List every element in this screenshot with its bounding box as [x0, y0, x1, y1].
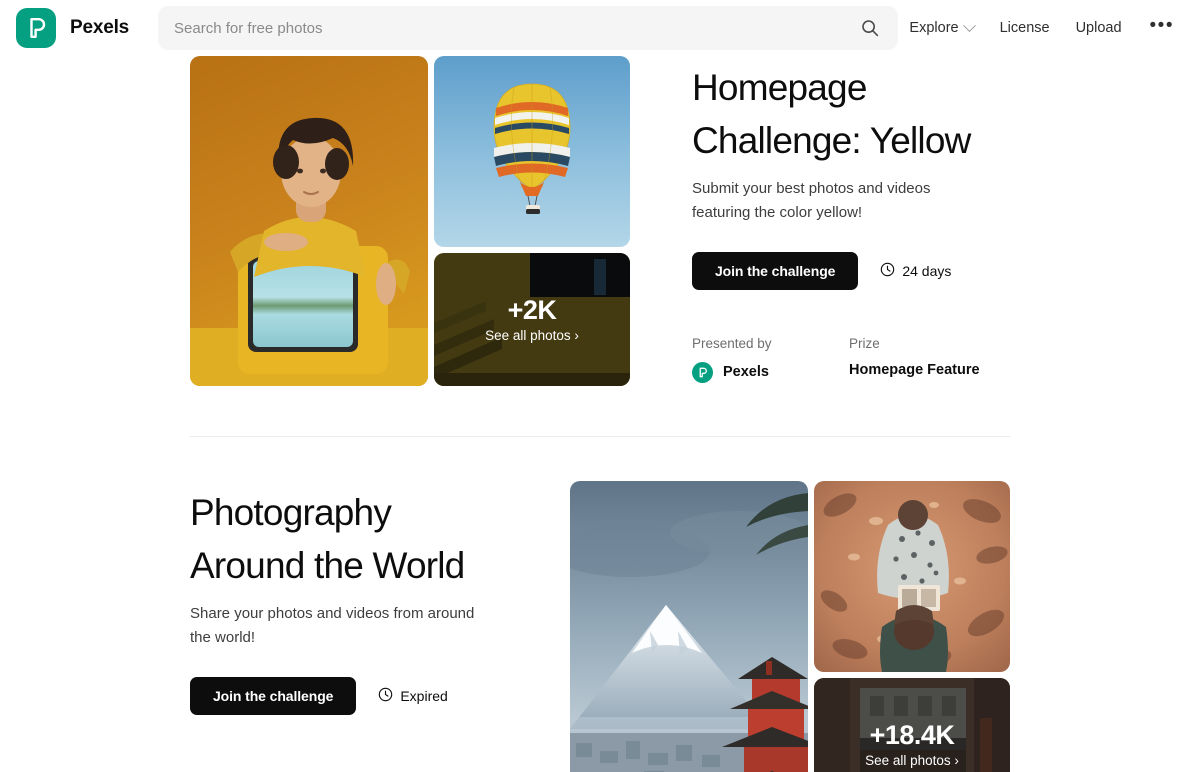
nav-item-explore[interactable]: Explore: [909, 18, 976, 36]
brand-logo-link[interactable]: Pexels: [16, 8, 129, 48]
meta-label: Presented by: [692, 335, 772, 351]
challenge-card: +2K See all photos › Homepage Challenge:…: [190, 56, 1010, 386]
challenge-info: Photography Around the World Share your …: [190, 481, 508, 772]
section-divider: [190, 436, 1010, 437]
collage-tile-overhead[interactable]: [814, 481, 1010, 672]
challenge-meta: Presented by Pexels Prize Homepage Featu…: [692, 336, 1010, 383]
collage-side-column: +18.4K See all photos ›: [814, 481, 1010, 772]
see-all-photos-link[interactable]: See all photos ›: [865, 753, 959, 768]
see-all-photos-overlay[interactable]: +18.4K See all photos ›: [814, 678, 1010, 772]
challenge-title: Homepage Challenge: Yellow: [692, 67, 971, 161]
presenter-name: Pexels: [723, 364, 769, 381]
nav-item-license[interactable]: License: [1000, 20, 1050, 36]
challenge-subtitle: Share your photos and videos from around…: [190, 605, 475, 647]
challenge-status-text: 24 days: [902, 262, 952, 279]
join-challenge-button[interactable]: Join the challenge: [692, 251, 859, 290]
more-options-icon[interactable]: •••: [1148, 16, 1176, 41]
site-header: Pexels Explore License Upload •••: [0, 0, 1200, 56]
meta-value: Homepage Feature: [849, 361, 980, 378]
brand-name: Pexels: [70, 17, 130, 38]
pexels-p-logo-icon: [16, 8, 56, 48]
challenge-actions: Join the challenge Expired: [190, 676, 508, 715]
clock-icon: [378, 687, 393, 705]
meta-label: Prize: [849, 335, 880, 351]
challenge-info: Homepage Challenge: Yellow Submit your b…: [692, 56, 1010, 386]
meta-prize: Prize Homepage Feature: [849, 336, 1006, 383]
join-challenge-button[interactable]: Join the challenge: [190, 676, 357, 715]
main-nav: Explore License Upload •••: [909, 16, 1184, 41]
challenge-subtitle: Submit your best photos and videos featu…: [692, 180, 931, 222]
challenge-card: +18.4K See all photos › Photography Arou…: [190, 481, 1010, 772]
search-bar[interactable]: [158, 6, 899, 50]
photo-count: +2K: [507, 295, 557, 326]
chevron-down-icon: [962, 18, 976, 32]
photo-count: +18.4K: [869, 720, 955, 751]
challenges-list: +2K See all photos › Homepage Challenge:…: [190, 56, 1010, 772]
challenge-image-collage: +2K See all photos ›: [190, 56, 630, 386]
clock-icon: [880, 262, 895, 280]
collage-main-image[interactable]: [190, 56, 428, 386]
see-all-photos-overlay[interactable]: +2K See all photos ›: [434, 253, 630, 386]
search-icon[interactable]: [858, 16, 882, 40]
meta-value[interactable]: Pexels: [692, 361, 849, 383]
collage-tile-overlay[interactable]: +2K See all photos ›: [434, 253, 630, 386]
challenge-title: Photography Around the World: [190, 492, 465, 586]
collage-main-image[interactable]: [570, 481, 808, 772]
pexels-avatar-icon: [692, 361, 713, 383]
collage-side-column: +2K See all photos ›: [434, 56, 630, 386]
challenge-actions: Join the challenge 24 days: [692, 251, 1010, 290]
see-all-photos-link[interactable]: See all photos ›: [485, 328, 579, 343]
nav-item-explore-label: Explore: [909, 20, 959, 36]
meta-presented-by: Presented by Pexels: [692, 336, 849, 383]
challenge-image-collage: +18.4K See all photos ›: [570, 481, 1010, 772]
search-input[interactable]: [174, 19, 859, 37]
challenge-status-text: Expired: [400, 687, 448, 704]
nav-item-upload[interactable]: Upload: [1076, 20, 1122, 36]
challenge-status: Expired: [378, 687, 448, 705]
collage-tile-overlay[interactable]: +18.4K See all photos ›: [814, 678, 1010, 772]
page-body: +2K See all photos › Homepage Challenge:…: [0, 56, 1200, 772]
challenge-status: 24 days: [880, 262, 951, 280]
collage-tile-balloon[interactable]: [434, 56, 630, 247]
